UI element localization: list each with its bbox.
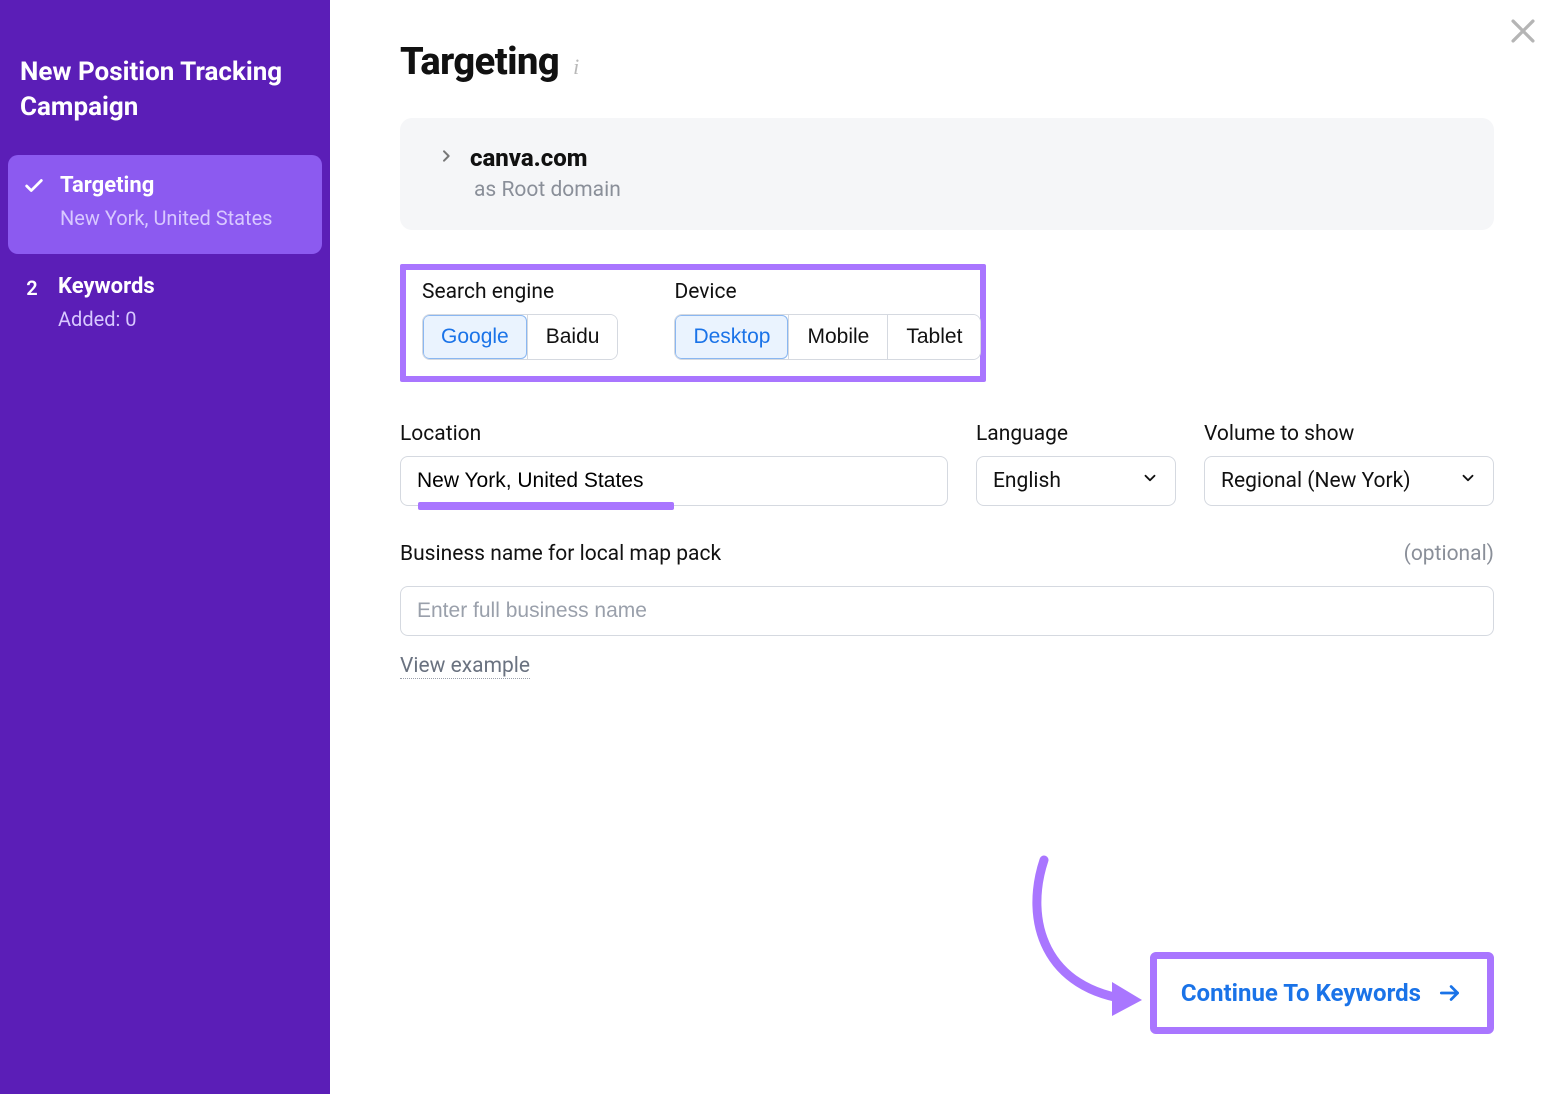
business-name-section: Business name for local map pack (option…: [400, 542, 1494, 679]
device-desktop[interactable]: Desktop: [675, 315, 788, 359]
language-select[interactable]: English: [976, 456, 1176, 506]
language-field: Language English: [976, 422, 1176, 506]
volume-select[interactable]: Regional (New York): [1204, 456, 1494, 506]
language-label: Language: [976, 422, 1176, 446]
device-group: Device Desktop Mobile Tablet: [674, 280, 981, 360]
business-input[interactable]: [400, 586, 1494, 636]
volume-value: Regional (New York): [1221, 469, 1411, 493]
volume-field: Volume to show Regional (New York): [1204, 422, 1494, 506]
domain-card[interactable]: canva.com as Root domain: [400, 118, 1494, 230]
continue-highlight: Continue To Keywords: [1150, 952, 1494, 1034]
step-subtitle: Added: 0: [58, 305, 310, 333]
close-icon[interactable]: [1506, 14, 1540, 52]
loc-lang-vol-row: Location Language English Volume to show…: [400, 422, 1494, 506]
device-mobile[interactable]: Mobile: [788, 315, 887, 359]
arrow-right-icon: [1437, 980, 1463, 1006]
step-number: 2: [20, 276, 44, 300]
optional-label: (optional): [1404, 542, 1494, 566]
search-engine-google[interactable]: Google: [423, 315, 527, 359]
footer: Continue To Keywords: [1150, 952, 1494, 1034]
continue-label: Continue To Keywords: [1181, 979, 1421, 1007]
language-value: English: [993, 469, 1061, 493]
search-engine-baidu[interactable]: Baidu: [527, 315, 618, 359]
sidebar-step-keywords[interactable]: 2 Keywords Added: 0: [0, 256, 330, 351]
location-field: Location: [400, 422, 948, 506]
location-label: Location: [400, 422, 948, 446]
view-example-link[interactable]: View example: [400, 654, 530, 679]
business-label: Business name for local map pack: [400, 542, 721, 566]
check-icon: [22, 175, 46, 197]
search-engine-group: Search engine Google Baidu: [422, 280, 618, 360]
chevron-right-icon: [438, 148, 454, 168]
search-engine-label: Search engine: [422, 280, 618, 304]
sidebar: New Position Tracking Campaign Targeting…: [0, 0, 330, 1094]
main-panel: Targeting i canva.com as Root domain Sea…: [330, 0, 1544, 1094]
page-heading: Targeting i: [400, 40, 1494, 84]
step-title: Targeting: [60, 173, 308, 198]
annotation-underline: [418, 502, 674, 510]
chevron-down-icon: [1459, 469, 1477, 493]
info-icon[interactable]: i: [573, 54, 579, 80]
step-title: Keywords: [58, 274, 310, 299]
domain-name: canva.com: [470, 144, 588, 172]
page-title: Targeting: [400, 40, 559, 84]
search-engine-segment: Google Baidu: [422, 314, 618, 360]
device-label: Device: [674, 280, 981, 304]
engine-device-highlight: Search engine Google Baidu Device Deskto…: [400, 264, 986, 382]
domain-subtitle: as Root domain: [474, 178, 1464, 202]
location-input[interactable]: [400, 456, 948, 506]
continue-button[interactable]: Continue To Keywords: [1181, 979, 1463, 1007]
volume-label: Volume to show: [1204, 422, 1494, 446]
sidebar-title: New Position Tracking Campaign: [0, 0, 330, 153]
chevron-down-icon: [1141, 469, 1159, 493]
step-subtitle: New York, United States: [60, 204, 308, 232]
device-tablet[interactable]: Tablet: [887, 315, 980, 359]
sidebar-step-targeting[interactable]: Targeting New York, United States: [8, 155, 322, 254]
device-segment: Desktop Mobile Tablet: [674, 314, 981, 360]
annotation-arrow-icon: [1004, 850, 1164, 1034]
